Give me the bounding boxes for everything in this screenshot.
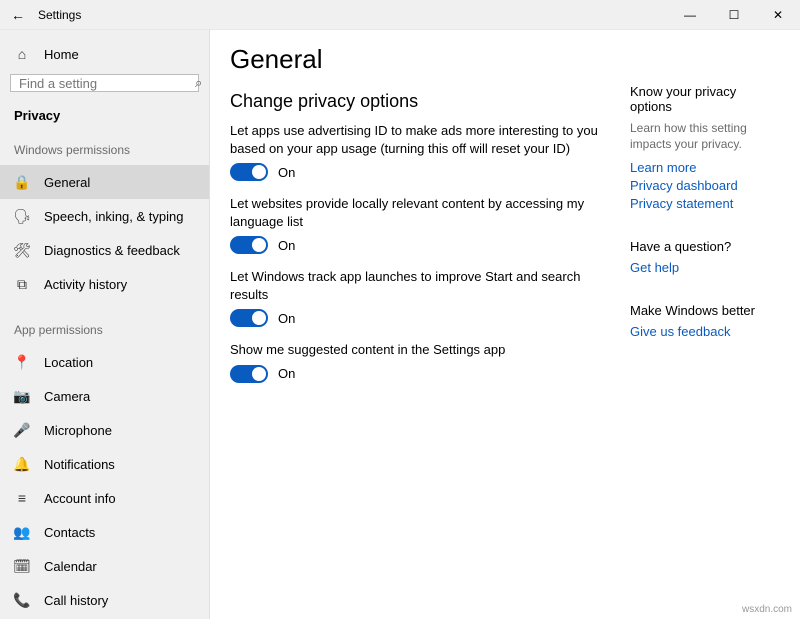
sidebar-item-label: Notifications — [44, 457, 115, 472]
toggle-state-label: On — [278, 165, 295, 180]
sidebar-item-label: Activity history — [44, 277, 127, 292]
sidebar-item-location[interactable]: 📍 Location — [0, 345, 209, 379]
toggle-switch[interactable] — [230, 163, 268, 181]
privacy-option: Let websites provide locally relevant co… — [230, 195, 620, 254]
location-icon: 📍 — [14, 354, 30, 370]
toggle-state-label: On — [278, 311, 295, 326]
sidebar-item-label: Location — [44, 355, 93, 370]
sidebar-item-call-history[interactable]: 📞 Call history — [0, 583, 209, 617]
close-button[interactable]: ✕ — [756, 0, 800, 30]
call-history-icon: 📞 — [14, 592, 30, 608]
sidebar-item-speech-inking-typing[interactable]: 🗣 Speech, inking, & typing — [0, 199, 209, 233]
sidebar-item-calendar[interactable]: 🗓 Calendar — [0, 549, 209, 583]
main-area: General Change privacy options Let apps … — [210, 30, 800, 619]
page-title: General — [230, 44, 620, 75]
section-heading: Change privacy options — [230, 91, 620, 112]
sidebar-item-label: Diagnostics & feedback — [44, 243, 180, 258]
sidebar-item-label: Calendar — [44, 559, 97, 574]
maximize-button[interactable]: ☐ — [712, 0, 756, 30]
option-description: Show me suggested content in the Setting… — [230, 341, 620, 359]
help-heading: Know your privacy options — [630, 84, 780, 114]
help-group: Make Windows better Give us feedback — [630, 303, 780, 339]
sidebar-item-camera[interactable]: 📷 Camera — [0, 379, 209, 413]
sidebar-item-notifications[interactable]: 🔔 Notifications — [0, 447, 209, 481]
activity-history-icon: ⧉ — [14, 276, 30, 292]
sidebar-item-microphone[interactable]: 🎤 Microphone — [0, 413, 209, 447]
sidebar-group-label: Windows permissions — [0, 137, 209, 165]
help-group: Have a question? Get help — [630, 239, 780, 275]
back-button[interactable]: ← — [4, 1, 32, 29]
camera-icon: 📷 — [14, 388, 30, 404]
help-link[interactable]: Learn more — [630, 160, 780, 175]
privacy-option: Let Windows track app launches to improv… — [230, 268, 620, 327]
help-link[interactable]: Get help — [630, 260, 780, 275]
help-group: Know your privacy options Learn how this … — [630, 84, 780, 211]
search-box[interactable]: ⌕ — [10, 74, 199, 92]
sidebar-item-label: Call history — [44, 593, 108, 608]
window-title: Settings — [38, 8, 81, 22]
help-link[interactable]: Give us feedback — [630, 324, 780, 339]
sidebar-item-label: Speech, inking, & typing — [44, 209, 183, 224]
content-column: General Change privacy options Let apps … — [230, 44, 620, 619]
help-link[interactable]: Privacy dashboard — [630, 178, 780, 193]
help-subtext: Learn how this setting impacts your priv… — [630, 120, 780, 152]
toggle-state-label: On — [278, 366, 295, 381]
contacts-icon: 👥 — [14, 524, 30, 540]
sidebar-item-general[interactable]: 🔒 General — [0, 165, 209, 199]
titlebar: ← Settings — ☐ ✕ — [0, 0, 800, 30]
sidebar-item-diagnostics-feedback[interactable]: 🛠 Diagnostics & feedback — [0, 233, 209, 267]
watermark: wsxdn.com — [740, 604, 794, 615]
sidebar-home[interactable]: ⌂ Home — [0, 40, 209, 74]
sidebar-item-label: Contacts — [44, 525, 95, 540]
privacy-option: Let apps use advertising ID to make ads … — [230, 122, 620, 181]
sidebar-item-contacts[interactable]: 👥 Contacts — [0, 515, 209, 549]
option-description: Let Windows track app launches to improv… — [230, 268, 620, 303]
option-description: Let websites provide locally relevant co… — [230, 195, 620, 230]
general-icon: 🔒 — [14, 174, 30, 190]
sidebar: ⌂ Home ⌕ Privacy Windows permissions 🔒 Gen… — [0, 30, 210, 619]
sidebar-item-label: Camera — [44, 389, 90, 404]
account-info-icon: ≡ — [14, 490, 30, 506]
sidebar-item-label: General — [44, 175, 90, 190]
calendar-icon: 🗓 — [14, 558, 30, 574]
search-input[interactable] — [19, 76, 195, 91]
help-link[interactable]: Privacy statement — [630, 196, 780, 211]
sidebar-section-title: Privacy — [0, 104, 209, 137]
minimize-button[interactable]: — — [668, 0, 712, 30]
sidebar-item-label: Account info — [44, 491, 116, 506]
toggle-switch[interactable] — [230, 365, 268, 383]
toggle-state-label: On — [278, 238, 295, 253]
notifications-icon: 🔔 — [14, 456, 30, 472]
home-icon: ⌂ — [14, 46, 30, 62]
sidebar-group-label: App permissions — [0, 317, 209, 345]
search-icon: ⌕ — [195, 75, 202, 91]
help-panel: Know your privacy options Learn how this … — [620, 44, 780, 619]
diagnostics-feedback-icon: 🛠 — [14, 242, 30, 258]
toggle-switch[interactable] — [230, 236, 268, 254]
help-heading: Have a question? — [630, 239, 780, 254]
sidebar-item-label: Microphone — [44, 423, 112, 438]
home-label: Home — [44, 47, 79, 62]
speech-inking-typing-icon: 🗣 — [14, 208, 30, 224]
microphone-icon: 🎤 — [14, 422, 30, 438]
option-description: Let apps use advertising ID to make ads … — [230, 122, 620, 157]
help-heading: Make Windows better — [630, 303, 780, 318]
privacy-option: Show me suggested content in the Setting… — [230, 341, 620, 383]
sidebar-item-account-info[interactable]: ≡ Account info — [0, 481, 209, 515]
sidebar-item-activity-history[interactable]: ⧉ Activity history — [0, 267, 209, 301]
toggle-switch[interactable] — [230, 309, 268, 327]
